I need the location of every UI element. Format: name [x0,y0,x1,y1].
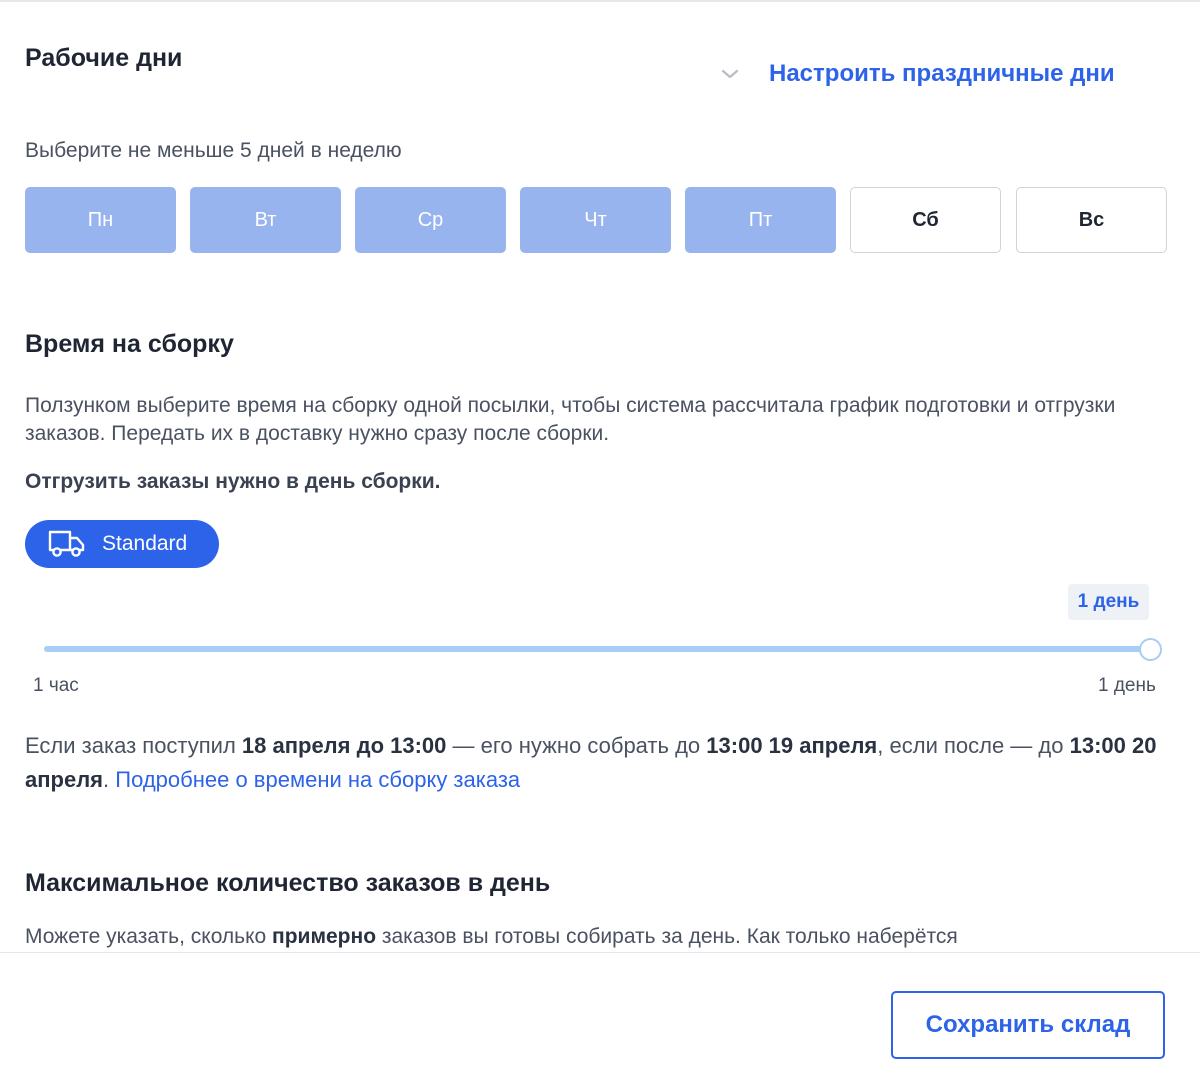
truck-icon [48,530,85,557]
badge-label: Standard [102,532,188,555]
day-toggle-mon[interactable]: Пн [25,187,176,253]
top-border [0,0,1200,2]
max-orders-description: Можете указать, сколько примерно заказов… [25,925,958,949]
slider-track[interactable] [44,646,1150,652]
assembly-deadline-info: Если заказ поступил 18 апреля до 13:00 —… [25,729,1175,797]
slider-thumb[interactable] [1138,638,1162,661]
day-toggle-wed[interactable]: Ср [355,187,506,253]
day-toggle-thu[interactable]: Чт [520,187,671,253]
save-warehouse-button[interactable]: Сохранить склад [891,991,1165,1059]
working-days-hint: Выберите не меньше 5 дней в неделю [25,139,402,162]
assembly-time-more-link[interactable]: Подробнее о времени на сборку заказа [115,767,520,792]
chevron-down-icon[interactable] [719,66,741,82]
weekday-selector: Пн Вт Ср Чт Пт Сб Вс [25,187,1168,255]
ship-note: Отгрузить заказы нужно в день сборки. [25,470,441,493]
max-orders-bold: примерно [272,925,377,948]
info-bold: 18 апреля до 13:00 [241,733,447,758]
day-toggle-tue[interactable]: Вт [190,187,341,253]
footer-divider [0,952,1200,953]
info-text: . [103,767,116,792]
max-orders-title: Максимальное количество заказов в день [25,869,551,897]
max-orders-text: Можете указать, сколько [25,925,273,948]
holiday-settings-link[interactable]: Настроить праздничные дни [769,60,1115,88]
working-days-title: Рабочие дни [25,44,183,72]
info-text: Если заказ поступил [25,733,242,758]
assembly-title: Время на сборку [25,330,234,358]
info-bold: 13:00 19 апреля [706,733,878,758]
day-toggle-fri[interactable]: Пт [685,187,836,253]
max-orders-text: заказов вы готовы собирать за день. Как … [376,925,958,948]
slider-min-label: 1 час [33,675,79,696]
day-toggle-sat[interactable]: Сб [850,187,1001,253]
day-toggle-sun[interactable]: Вс [1016,187,1167,253]
standard-badge: Standard [25,520,219,568]
slider-max-label: 1 день [1098,675,1156,696]
assembly-description: Ползунком выберите время на сборку одной… [25,394,1116,445]
slider-value-tag: 1 день [1068,584,1149,620]
info-text: , если после — до [877,733,1070,758]
info-text: — его нужно собрать до [446,733,707,758]
